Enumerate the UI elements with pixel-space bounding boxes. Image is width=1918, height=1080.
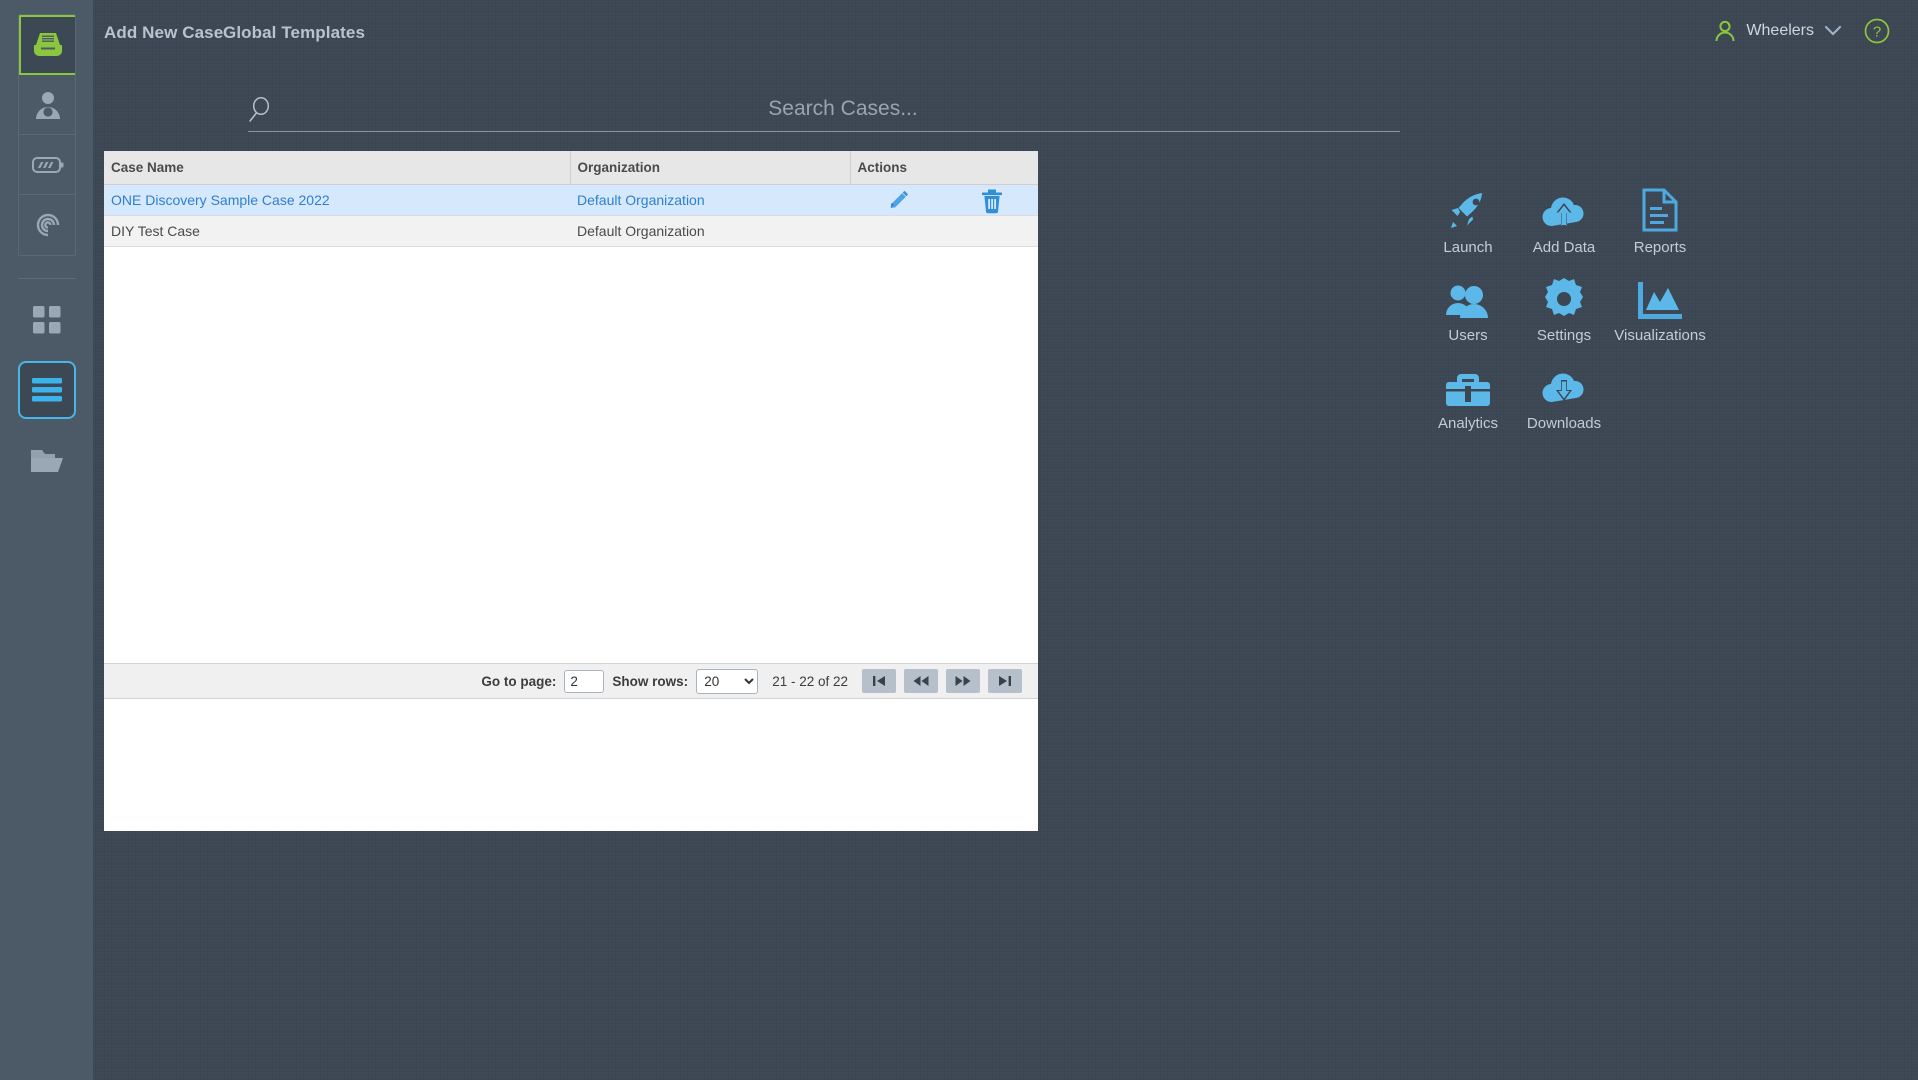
- table-body: ONE Discovery Sample Case 2022 Default O…: [104, 184, 1038, 247]
- cell-actions: [850, 215, 1038, 247]
- tile-visualizations[interactable]: Visualizations: [1612, 276, 1708, 344]
- global-templates-link[interactable]: Global Templates: [223, 23, 365, 43]
- users-icon: [1445, 276, 1491, 320]
- table-row[interactable]: ONE Discovery Sample Case 2022 Default O…: [104, 184, 1038, 216]
- add-new-case-link[interactable]: Add New Case: [104, 23, 223, 43]
- user-icon: [1715, 20, 1735, 42]
- tile-label: Downloads: [1526, 415, 1602, 432]
- cell-actions: [850, 184, 1038, 216]
- left-sidebar: [0, 0, 93, 1080]
- prev-page-button[interactable]: [904, 669, 938, 693]
- tile-label: Visualizations: [1614, 327, 1706, 344]
- tile-label: Users: [1448, 327, 1488, 344]
- cell-organization[interactable]: Default Organization: [570, 215, 850, 247]
- table-empty-area: [104, 247, 1038, 663]
- delete-trash-icon[interactable]: [980, 188, 1004, 214]
- user-name-label: Wheelers: [1746, 22, 1814, 39]
- tile-analytics[interactable]: Analytics: [1420, 364, 1516, 432]
- sidebar-item-list-view[interactable]: [17, 361, 76, 419]
- sidebar-item-signal[interactable]: [19, 195, 75, 255]
- sidebar-divider: [17, 278, 76, 279]
- tile-reports[interactable]: Reports: [1612, 188, 1708, 256]
- meter-icon: [31, 156, 63, 173]
- folder-icon: [30, 450, 63, 472]
- tile-label: Reports: [1633, 239, 1687, 256]
- sidebar-item-folders[interactable]: [18, 431, 76, 489]
- sidebar-group-primary: [17, 14, 76, 256]
- show-rows-label: Show rows:: [612, 673, 689, 689]
- tile-launch[interactable]: Launch: [1420, 188, 1516, 256]
- page-number-input[interactable]: [564, 669, 605, 693]
- chart-icon: [1638, 276, 1682, 320]
- column-header-case-name[interactable]: Case Name: [104, 151, 571, 185]
- user-menu[interactable]: Wheelers ?: [1714, 18, 1890, 44]
- chevron-down-icon[interactable]: [1824, 25, 1842, 37]
- sidebar-item-people[interactable]: [18, 75, 75, 135]
- pagination-bar: Go to page: Show rows: 20 21 - 22 of 22: [104, 663, 1038, 699]
- cell-case-name[interactable]: DIY Test Case: [104, 215, 570, 247]
- first-page-button[interactable]: [862, 669, 896, 693]
- skip-back-icon: [873, 676, 885, 686]
- cloud-upload-icon: [1540, 188, 1588, 232]
- tile-settings[interactable]: Settings: [1516, 276, 1612, 344]
- briefcase-icon: [1445, 364, 1491, 408]
- quick-actions-grid: Launch Add Data Reports Users Settings V…: [1420, 188, 1710, 432]
- column-header-organization[interactable]: Organization: [570, 151, 851, 185]
- sidebar-item-cases[interactable]: [18, 15, 75, 75]
- gear-icon: [1543, 276, 1585, 320]
- table-header-row: Case Name Organization Actions: [104, 151, 1038, 185]
- edit-pencil-icon[interactable]: [888, 189, 910, 211]
- tile-add-data[interactable]: Add Data: [1516, 188, 1612, 256]
- tile-downloads[interactable]: Downloads: [1516, 364, 1612, 432]
- cases-table: Case Name Organization Actions ONE Disco…: [104, 151, 1038, 247]
- panel-footer-area: [104, 699, 1038, 831]
- tile-users[interactable]: Users: [1420, 276, 1516, 344]
- search-bar: [248, 88, 1400, 132]
- table-header: Case Name Organization Actions: [104, 151, 1038, 185]
- cloud-download-icon: [1540, 364, 1588, 408]
- tile-label: Settings: [1536, 327, 1592, 344]
- radar-icon: [36, 213, 59, 237]
- list-icon: [31, 378, 62, 402]
- cases-table-panel: Case Name Organization Actions ONE Disco…: [104, 151, 1038, 831]
- skip-forward-icon: [999, 676, 1011, 686]
- record-range-label: 21 - 22 of 22: [772, 673, 848, 689]
- tile-label: Add Data: [1532, 239, 1596, 256]
- last-page-button[interactable]: [988, 669, 1022, 693]
- rows-per-page-select[interactable]: 20: [696, 668, 759, 694]
- tile-label: Launch: [1443, 239, 1493, 256]
- next-page-button[interactable]: [946, 669, 980, 693]
- top-navigation-bar: Add New Case Global Templates Wheelers ?: [93, 0, 1918, 68]
- rocket-icon: [1447, 188, 1489, 232]
- search-input[interactable]: [288, 88, 1398, 130]
- sidebar-item-status[interactable]: [18, 135, 75, 195]
- help-circle-icon[interactable]: ?: [1864, 18, 1890, 44]
- cell-case-name[interactable]: ONE Discovery Sample Case 2022: [104, 184, 570, 216]
- fast-forward-icon: [955, 676, 971, 686]
- person-icon: [35, 91, 60, 119]
- table-row[interactable]: DIY Test Case Default Organization: [104, 215, 1038, 247]
- document-icon: [1642, 188, 1678, 232]
- column-header-actions: Actions: [850, 151, 1038, 185]
- rewind-icon: [913, 676, 929, 686]
- goto-page-label: Go to page:: [481, 673, 557, 689]
- cell-organization[interactable]: Default Organization: [570, 184, 850, 216]
- grid-icon: [32, 306, 60, 334]
- svg-text:?: ?: [1873, 24, 1881, 41]
- sidebar-item-grid-view[interactable]: [18, 291, 76, 349]
- inbox-tray-icon: [33, 33, 62, 56]
- tile-label: Analytics: [1437, 415, 1499, 432]
- search-icon: [249, 96, 270, 122]
